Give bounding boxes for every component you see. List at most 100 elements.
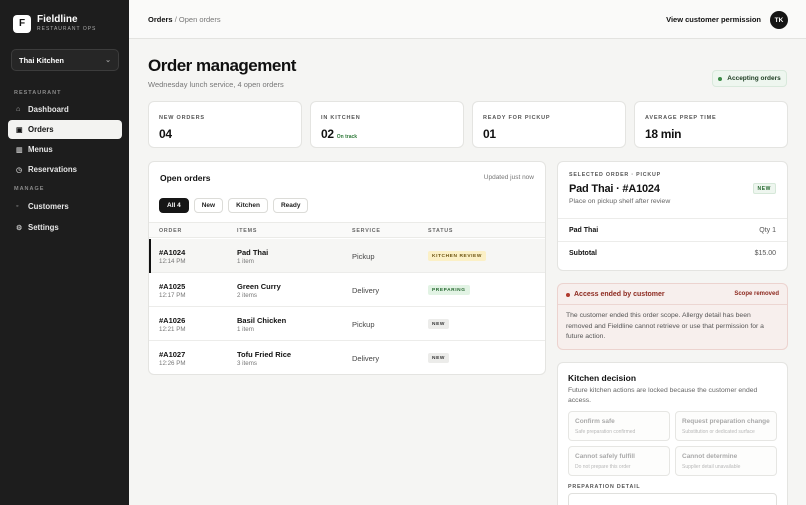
subtotal-value: $15.00 <box>754 250 776 257</box>
order-qty: 2 items <box>237 292 257 299</box>
location-select[interactable]: Thai Kitchen ⌄ <box>11 49 119 71</box>
brand-name: Fieldline <box>37 14 78 25</box>
kitchen-decision-card: Kitchen decision Future kitchen actions … <box>557 362 788 505</box>
order-qty: 1 item <box>237 258 254 265</box>
order-id: #A1024 <box>159 248 186 257</box>
accepting-orders-badge[interactable]: Accepting orders <box>712 70 787 87</box>
alert-body: The customer ended this order scope. All… <box>566 312 764 340</box>
page-title: Order management <box>148 56 296 75</box>
filter-new[interactable]: New <box>193 198 224 213</box>
open-orders-panel: Open orders Updated just now All 4 New K… <box>148 161 546 375</box>
section-label-manage: MANAGE <box>14 186 45 192</box>
confirm-safe-option[interactable]: Confirm safe Safe preparation confirmed <box>568 411 670 441</box>
filter-bar: All 4 New Kitchen Ready <box>159 198 309 213</box>
selected-order-title: Pad Thai · #A1024 <box>569 183 660 195</box>
status-dot-icon <box>718 76 723 81</box>
preparation-detail-label: PREPARATION DETAIL <box>568 484 641 490</box>
sidebar-item-label: Reservations <box>28 165 77 174</box>
breadcrumb: Orders / Open orders <box>148 15 221 24</box>
order-item: Basil Chicken <box>237 316 287 325</box>
selected-order-label: SELECTED ORDER · PICKUP <box>569 172 661 178</box>
subtotal-line: Subtotal $15.00 <box>558 241 787 264</box>
option-subtitle: Safe preparation confirmed <box>575 429 636 435</box>
order-time: 12:21 PM <box>159 326 186 333</box>
orders-icon: ▣ <box>16 126 23 134</box>
cannot-determine-option[interactable]: Cannot determine Supplier detail unavail… <box>675 446 777 476</box>
topbar: Orders / Open orders View customer permi… <box>129 0 806 39</box>
breadcrumb-root[interactable]: Orders <box>148 15 173 24</box>
cannot-safely-fulfill-option[interactable]: Cannot safely fulfill Do not prepare thi… <box>568 446 670 476</box>
order-service: Delivery <box>352 354 380 363</box>
view-permission-button[interactable]: View customer permission <box>666 15 761 24</box>
section-label-restaurant: RESTAURANT <box>14 90 62 96</box>
sidebar-item-menus[interactable]: ▥ Menus <box>8 140 122 159</box>
order-item: Green Curry <box>237 282 281 291</box>
status-badge: NEW <box>428 353 449 363</box>
option-subtitle: Do not prepare this order <box>575 464 631 470</box>
location-value: Thai Kitchen <box>19 55 65 65</box>
sidebar-item-orders[interactable]: ▣ Orders <box>8 120 122 139</box>
table-header: ORDER ITEMS SERVICE STATUS <box>149 222 545 238</box>
order-service: Delivery <box>352 286 380 295</box>
line-item-name: Pad Thai <box>569 227 599 234</box>
order-qty: 3 items <box>237 360 257 367</box>
alert-scope: Scope removed <box>734 291 779 297</box>
order-time: 12:14 PM <box>159 258 186 265</box>
preparation-detail-input[interactable] <box>568 493 777 505</box>
stat-card-ready-for-pickup: READY FOR PICKUP 01 <box>472 101 626 148</box>
filter-kitchen[interactable]: Kitchen <box>228 198 268 213</box>
kitchen-decision-title: Kitchen decision <box>568 373 637 383</box>
stat-value: 18 min <box>645 127 682 141</box>
status-badge: NEW <box>752 183 776 194</box>
gear-icon: ⚙ <box>16 224 23 232</box>
column-header-order: ORDER <box>159 228 183 234</box>
status-badge: NEW <box>428 319 449 329</box>
sidebar-item-label: Dashboard <box>28 105 69 114</box>
line-item-qty: Qty 1 <box>759 227 776 234</box>
order-item: Pad Thai <box>237 248 269 257</box>
breadcrumb-separator: / <box>174 15 177 24</box>
sidebar-item-reservations[interactable]: ◷ Reservations <box>8 160 122 179</box>
request-preparation-change-option[interactable]: Request preparation change Substitution … <box>675 411 777 441</box>
stat-value-wrap: 02 On track <box>321 127 357 141</box>
order-time: 12:26 PM <box>159 360 186 367</box>
order-service: Pickup <box>352 252 375 261</box>
option-title: Request preparation change <box>682 418 770 425</box>
table-row[interactable]: #A1024 12:14 PM Pad Thai 1 item Pickup K… <box>149 239 545 273</box>
option-subtitle: Substitution or dedicated surface <box>682 429 755 435</box>
filter-all[interactable]: All 4 <box>159 198 189 213</box>
stat-label: IN KITCHEN <box>321 115 361 121</box>
order-qty: 1 item <box>237 326 254 333</box>
stat-value: 04 <box>159 127 172 141</box>
alert-title: Access ended by customer <box>574 291 665 298</box>
home-icon: ⌂ <box>16 106 21 113</box>
order-id: #A1026 <box>159 316 186 325</box>
brand: F Fieldline RESTAURANT OPS <box>13 14 96 33</box>
brand-tagline: RESTAURANT OPS <box>37 26 97 32</box>
sidebar-item-settings[interactable]: ⚙ Settings <box>8 218 122 237</box>
table-row[interactable]: #A1027 12:26 PM Tofu Fried Rice 3 items … <box>149 341 545 374</box>
column-header-status: STATUS <box>428 228 454 234</box>
sidebar-item-customers[interactable]: ◦ Customers <box>8 197 122 216</box>
kitchen-decision-description: Future kitchen actions are locked becaus… <box>568 387 758 404</box>
stat-value: 02 <box>321 127 334 141</box>
sidebar-item-label: Settings <box>28 223 59 232</box>
table-row[interactable]: #A1026 12:21 PM Basil Chicken 1 item Pic… <box>149 307 545 341</box>
chevron-down-icon: ⌄ <box>105 57 111 64</box>
stat-label: NEW ORDERS <box>159 115 205 121</box>
alert-header: Access ended by customer Scope removed <box>558 284 787 305</box>
option-title: Cannot determine <box>682 453 738 460</box>
stat-card-new-orders: NEW ORDERS 04 <box>148 101 302 148</box>
access-ended-alert: Access ended by customer Scope removed T… <box>557 283 788 350</box>
table-row[interactable]: #A1025 12:17 PM Green Curry 2 items Deli… <box>149 273 545 307</box>
sidebar-item-label: Menus <box>28 145 53 154</box>
selected-order-note: Place on pickup shelf after review <box>569 198 671 205</box>
order-item: Tofu Fried Rice <box>237 350 292 359</box>
sidebar-item-label: Customers <box>28 202 69 211</box>
sidebar-item-label: Orders <box>28 125 54 134</box>
selected-order-card: SELECTED ORDER · PICKUP Pad Thai · #A102… <box>557 161 788 271</box>
option-title: Cannot safely fulfill <box>575 453 635 460</box>
sidebar-item-dashboard[interactable]: ⌂ Dashboard <box>8 100 122 119</box>
avatar[interactable]: TK <box>770 11 788 29</box>
filter-ready[interactable]: Ready <box>272 198 309 213</box>
